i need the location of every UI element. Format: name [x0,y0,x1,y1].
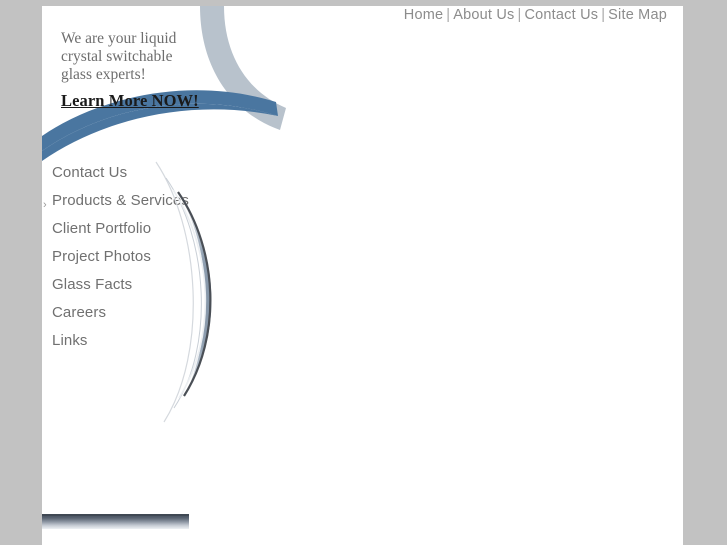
topnav-item-site-map[interactable]: Site Map [608,7,667,23]
sidebar-item-contact-us[interactable]: Contact Us [42,164,192,181]
hero-headline-line-3: glass experts! [61,66,146,83]
topnav-item-home[interactable]: Home [404,7,443,23]
top-navigation: Home | About Us | Contact Us | Site Map [404,7,667,23]
sidebar-item-label: Links [52,332,88,349]
sidebar-item-label: Careers [52,304,107,321]
topnav-separator: | [446,7,451,23]
sidebar-item-label: Products & Services [52,192,189,209]
hero-headline: We are your liquid crystal switchable gl… [61,30,241,111]
sidebar-item-label: Glass Facts [52,276,133,293]
sidebar-item-products-services[interactable]: › Products & Services [42,192,192,211]
learn-more-link[interactable]: Learn More NOW! [61,92,199,110]
hero-banner: We are your liquid crystal switchable gl… [42,6,342,166]
sidebar-item-label: Project Photos [52,248,151,265]
topnav-item-contact-us[interactable]: Contact Us [524,7,598,23]
blue-swoosh-lower [42,103,278,161]
gradient-bar [42,516,189,529]
sidebar-item-careers[interactable]: Careers [42,304,192,321]
page-root: Home | About Us | Contact Us | Site Map We are… [0,0,727,545]
hero-headline-line-2: crystal switchable [61,48,173,65]
chevron-right-icon: › [43,199,47,211]
sidebar-navigation: Contact Us › Products & Services Client … [42,164,192,360]
sidebar-item-label: Client Portfolio [52,220,152,237]
topnav-separator: | [601,7,606,23]
sidebar-item-glass-facts[interactable]: Glass Facts [42,276,192,293]
topnav-separator: | [517,7,522,23]
topnav-item-about-us[interactable]: About Us [453,7,514,23]
sidebar-item-project-photos[interactable]: Project Photos [42,248,192,265]
sidebar-item-label: Contact Us [52,164,128,181]
hero-headline-line-1: We are your liquid [61,30,177,47]
sidebar-item-client-portfolio[interactable]: Client Portfolio [42,220,192,237]
content-panel: Home | About Us | Contact Us | Site Map We are… [42,6,683,545]
sidebar-item-links[interactable]: Links [42,332,192,349]
